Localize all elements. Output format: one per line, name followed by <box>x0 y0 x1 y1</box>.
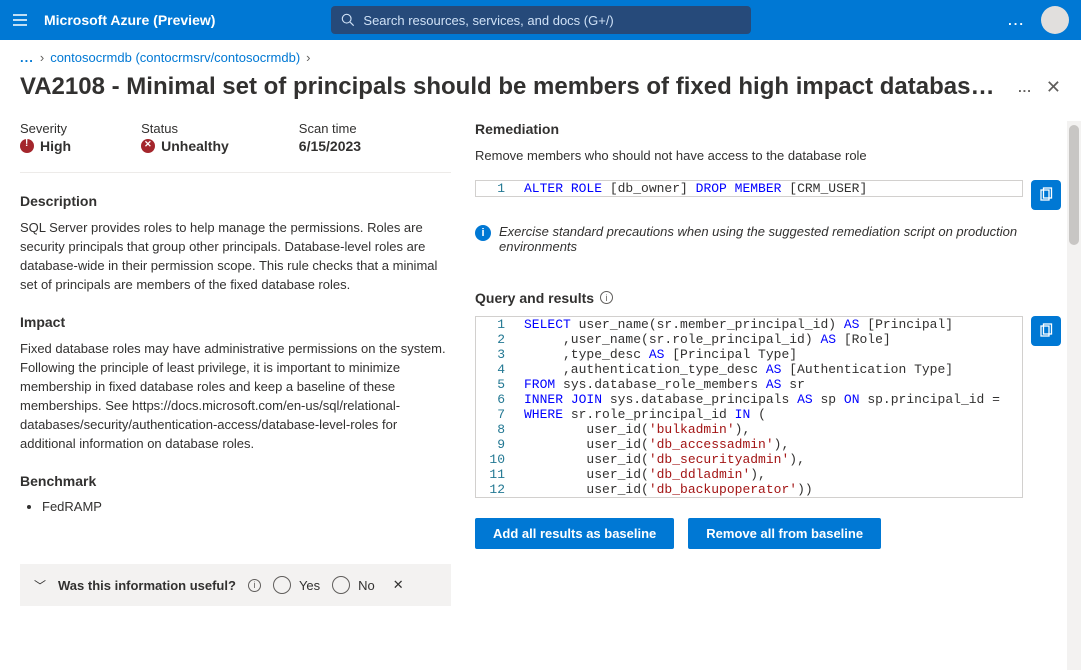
top-bar: Microsoft Azure (Preview) ... <box>0 0 1081 40</box>
remediation-warning: i Exercise standard precautions when usi… <box>475 224 1061 254</box>
right-pane: Remediation Remove members who should no… <box>475 121 1081 670</box>
remediation-body: Remove members who should not have acces… <box>475 147 1061 166</box>
feedback-close-icon[interactable]: ✕ <box>393 577 404 593</box>
remove-baseline-button[interactable]: Remove all from baseline <box>688 518 881 549</box>
query-line: WHERE sr.role_principal_id IN ( <box>518 407 1022 422</box>
description-body: SQL Server provides roles to help manage… <box>20 219 451 294</box>
title-row: VA2108 - Minimal set of principals shoul… <box>0 71 1081 121</box>
breadcrumb-ellipsis[interactable]: ... <box>20 50 34 65</box>
remediation-heading: Remediation <box>475 121 1061 137</box>
query-line: FROM sys.database_role_members AS sr <box>518 377 1022 392</box>
chevron-right-icon: › <box>40 50 44 65</box>
query-line: ,authentication_type_desc AS [Authentica… <box>518 362 1022 377</box>
query-results-heading: Query and results <box>475 290 594 306</box>
info-icon[interactable]: i <box>248 579 261 592</box>
search-input[interactable] <box>363 13 741 28</box>
status-icon <box>141 139 155 153</box>
query-line: user_id('bulkadmin'), <box>518 422 1022 437</box>
feedback-bar: ﹀ Was this information useful? i Yes No … <box>20 564 451 606</box>
query-line: user_id('db_securityadmin'), <box>518 452 1022 467</box>
benchmark-heading: Benchmark <box>20 473 451 489</box>
impact-body: Fixed database roles may have administra… <box>20 340 451 453</box>
benchmark-item: FedRAMP <box>42 499 451 514</box>
global-search[interactable] <box>331 6 751 34</box>
feedback-yes-radio[interactable] <box>273 576 291 594</box>
severity-icon <box>20 139 34 153</box>
close-icon[interactable]: ✕ <box>1046 77 1061 98</box>
feedback-question: Was this information useful? <box>58 578 236 593</box>
info-icon: i <box>475 225 491 241</box>
chevron-right-icon: › <box>306 50 310 65</box>
remediation-sql: ALTER ROLE [db_owner] DROP MEMBER [CRM_U… <box>518 181 1022 196</box>
chevron-down-icon[interactable]: ﹀ <box>34 577 46 594</box>
add-baseline-button[interactable]: Add all results as baseline <box>475 518 674 549</box>
query-line: INNER JOIN sys.database_principals AS sp… <box>518 392 1022 407</box>
menu-icon[interactable] <box>12 12 28 28</box>
query-line: SELECT user_name(sr.member_principal_id)… <box>518 317 1022 332</box>
status-block: Status Unhealthy <box>141 121 229 154</box>
scrollbar-thumb[interactable] <box>1069 125 1079 245</box>
breadcrumb-link[interactable]: contosocrmdb (contocrmsrv/contosocrmdb) <box>50 50 300 65</box>
impact-heading: Impact <box>20 314 451 330</box>
feedback-no-radio[interactable] <box>332 576 350 594</box>
page-title: VA2108 - Minimal set of principals shoul… <box>20 73 1006 101</box>
copy-query-button[interactable] <box>1031 316 1061 346</box>
brand-label: Microsoft Azure (Preview) <box>44 12 215 28</box>
user-avatar[interactable] <box>1041 6 1069 34</box>
description-heading: Description <box>20 193 451 209</box>
copy-remediation-button[interactable] <box>1031 180 1061 210</box>
info-icon[interactable]: i <box>600 291 613 304</box>
title-more-icon[interactable]: ... <box>1018 80 1032 95</box>
query-code[interactable]: 1SELECT user_name(sr.member_principal_id… <box>475 316 1023 498</box>
query-line: user_id('db_ddladmin'), <box>518 467 1022 482</box>
more-icon[interactable]: ... <box>1008 13 1025 28</box>
remediation-code[interactable]: 1 ALTER ROLE [db_owner] DROP MEMBER [CRM… <box>475 180 1023 197</box>
severity-block: Severity High <box>20 121 71 154</box>
scantime-block: Scan time 6/15/2023 <box>299 121 361 154</box>
query-line: ,type_desc AS [Principal Type] <box>518 347 1022 362</box>
query-line: user_id('db_accessadmin'), <box>518 437 1022 452</box>
left-pane: Severity High Status Unhealthy Scan time… <box>20 121 475 670</box>
breadcrumb: ... › contosocrmdb (contocrmsrv/contosoc… <box>0 40 1081 71</box>
query-line: user_id('db_backupoperator')) <box>518 482 1022 497</box>
scrollbar[interactable] <box>1067 121 1081 670</box>
query-line: ,user_name(sr.role_principal_id) AS [Rol… <box>518 332 1022 347</box>
